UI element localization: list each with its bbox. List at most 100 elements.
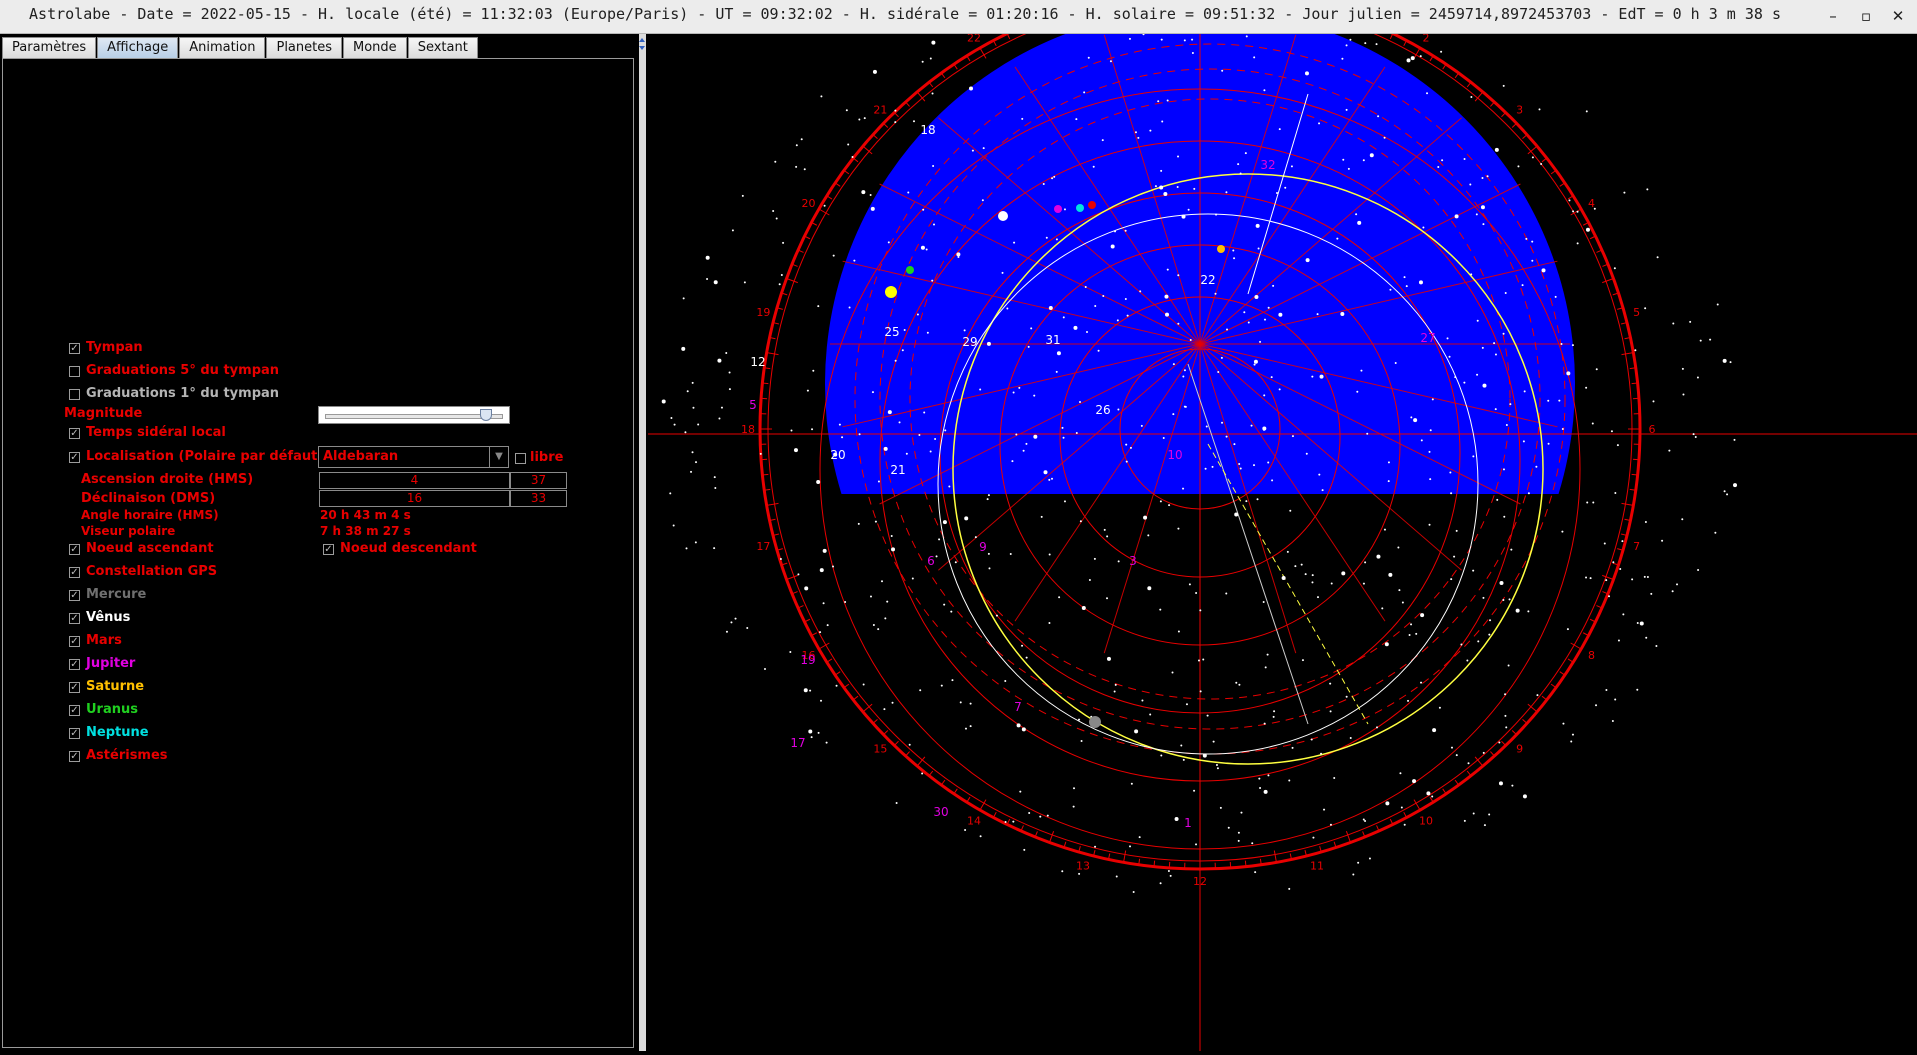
star [1672, 323, 1674, 325]
star [781, 274, 783, 276]
declinaison-minutes-field[interactable]: 33 [510, 490, 567, 507]
tab-animation[interactable]: Animation [179, 37, 265, 58]
asterismes-checkbox[interactable]: ✓ [69, 751, 80, 762]
star [1536, 694, 1538, 696]
star [823, 602, 825, 604]
maximize-button[interactable]: ▫ [1853, 4, 1879, 28]
star [870, 596, 872, 598]
magnitude-slider[interactable] [318, 406, 510, 424]
star [797, 573, 799, 575]
star [1566, 371, 1570, 375]
noeud-descendant-checkbox[interactable]: ✓ [323, 544, 334, 555]
star [1184, 39, 1186, 41]
hour-label: 7 [1633, 540, 1640, 553]
star [1612, 720, 1614, 722]
star [852, 156, 854, 158]
star [1644, 307, 1646, 309]
astrolabe-view[interactable]: 0123456789101112131415161718192021222318… [648, 34, 1917, 1051]
limb-tick [1007, 34, 1010, 39]
star [1267, 654, 1269, 656]
star [1503, 333, 1505, 335]
star [1341, 571, 1345, 575]
star [1388, 480, 1390, 482]
star [1256, 224, 1260, 228]
star [1264, 723, 1266, 725]
limb-tick [853, 158, 858, 162]
minimize-button[interactable]: – [1820, 4, 1846, 28]
astrolabe-canvas[interactable]: 0123456789101112131415161718192021222318… [648, 34, 1917, 1051]
star [1320, 375, 1324, 379]
star [1177, 528, 1179, 530]
tab-sextant[interactable]: Sextant [408, 37, 478, 58]
star [713, 547, 715, 549]
tympan-checkbox[interactable]: ✓ [69, 343, 80, 354]
ascension-minutes-field[interactable]: 37 [510, 472, 567, 489]
hour-label: 21 [873, 103, 887, 116]
uranus-checkbox[interactable]: ✓ [69, 705, 80, 716]
gps-checkbox[interactable]: ✓ [69, 567, 80, 578]
planet-marker [1217, 245, 1225, 253]
star [1268, 307, 1270, 309]
star [1215, 293, 1217, 295]
gps-satellite-label: 30 [933, 805, 948, 819]
neptune-checkbox[interactable]: ✓ [69, 728, 80, 739]
star [1073, 806, 1075, 808]
star [1253, 464, 1255, 466]
star [1048, 479, 1050, 481]
star [1548, 443, 1550, 445]
temps-sideral-checkbox[interactable]: ✓ [69, 428, 80, 439]
star [826, 742, 828, 744]
star [1399, 772, 1401, 774]
star [883, 708, 885, 710]
star [1240, 812, 1242, 814]
star [1237, 163, 1239, 165]
gps-satellite-label: 5 [749, 398, 757, 412]
star [1160, 500, 1162, 502]
gps-satellite-label: 26 [1095, 403, 1110, 417]
star [922, 61, 924, 63]
planet-marker [1089, 716, 1101, 728]
star [1141, 699, 1143, 701]
localisation-checkbox[interactable]: ✓ [69, 452, 80, 463]
tab-parametres[interactable]: Paramètres [2, 37, 96, 58]
star [812, 370, 814, 372]
venus-checkbox[interactable]: ✓ [69, 613, 80, 624]
star [970, 703, 972, 705]
tab-affichage[interactable]: Affichage [97, 37, 178, 58]
star [1302, 659, 1304, 661]
star [1245, 152, 1247, 154]
star [1064, 208, 1066, 210]
jupiter-checkbox[interactable]: ✓ [69, 659, 80, 670]
split-divider[interactable] [639, 34, 646, 1051]
star [921, 246, 925, 250]
star [1004, 680, 1006, 682]
graduations-1-checkbox[interactable] [69, 389, 80, 400]
saturne-checkbox[interactable]: ✓ [69, 682, 80, 693]
hour-label: 13 [1076, 860, 1090, 873]
mars-checkbox[interactable]: ✓ [69, 636, 80, 647]
star [1240, 468, 1242, 470]
declinaison-degrees-field[interactable]: 16 [319, 490, 510, 507]
star-select[interactable]: Aldebaran ▼ [318, 446, 509, 468]
noeud-ascendant-checkbox[interactable]: ✓ [69, 544, 80, 555]
libre-checkbox[interactable] [515, 453, 526, 464]
star [1562, 723, 1564, 725]
star [1149, 714, 1151, 716]
limb-tick [1512, 730, 1516, 734]
mercure-checkbox[interactable]: ✓ [69, 590, 80, 601]
chevron-down-icon[interactable]: ▼ [489, 447, 508, 467]
star [1182, 375, 1184, 377]
star [1056, 238, 1058, 240]
star [674, 424, 676, 426]
star [1463, 382, 1465, 384]
ascension-hours-field[interactable]: 4 [319, 472, 510, 489]
magnitude-slider-thumb[interactable] [480, 409, 492, 421]
graduations-5-checkbox[interactable] [69, 366, 80, 377]
tab-monde[interactable]: Monde [343, 37, 407, 58]
close-button[interactable]: ✕ [1885, 4, 1911, 28]
tab-planetes[interactable]: Planetes [266, 37, 342, 58]
star [1672, 590, 1674, 592]
star [923, 412, 925, 414]
magnitude-label: Magnitude [64, 406, 142, 421]
venus-label: Vênus [86, 610, 130, 625]
